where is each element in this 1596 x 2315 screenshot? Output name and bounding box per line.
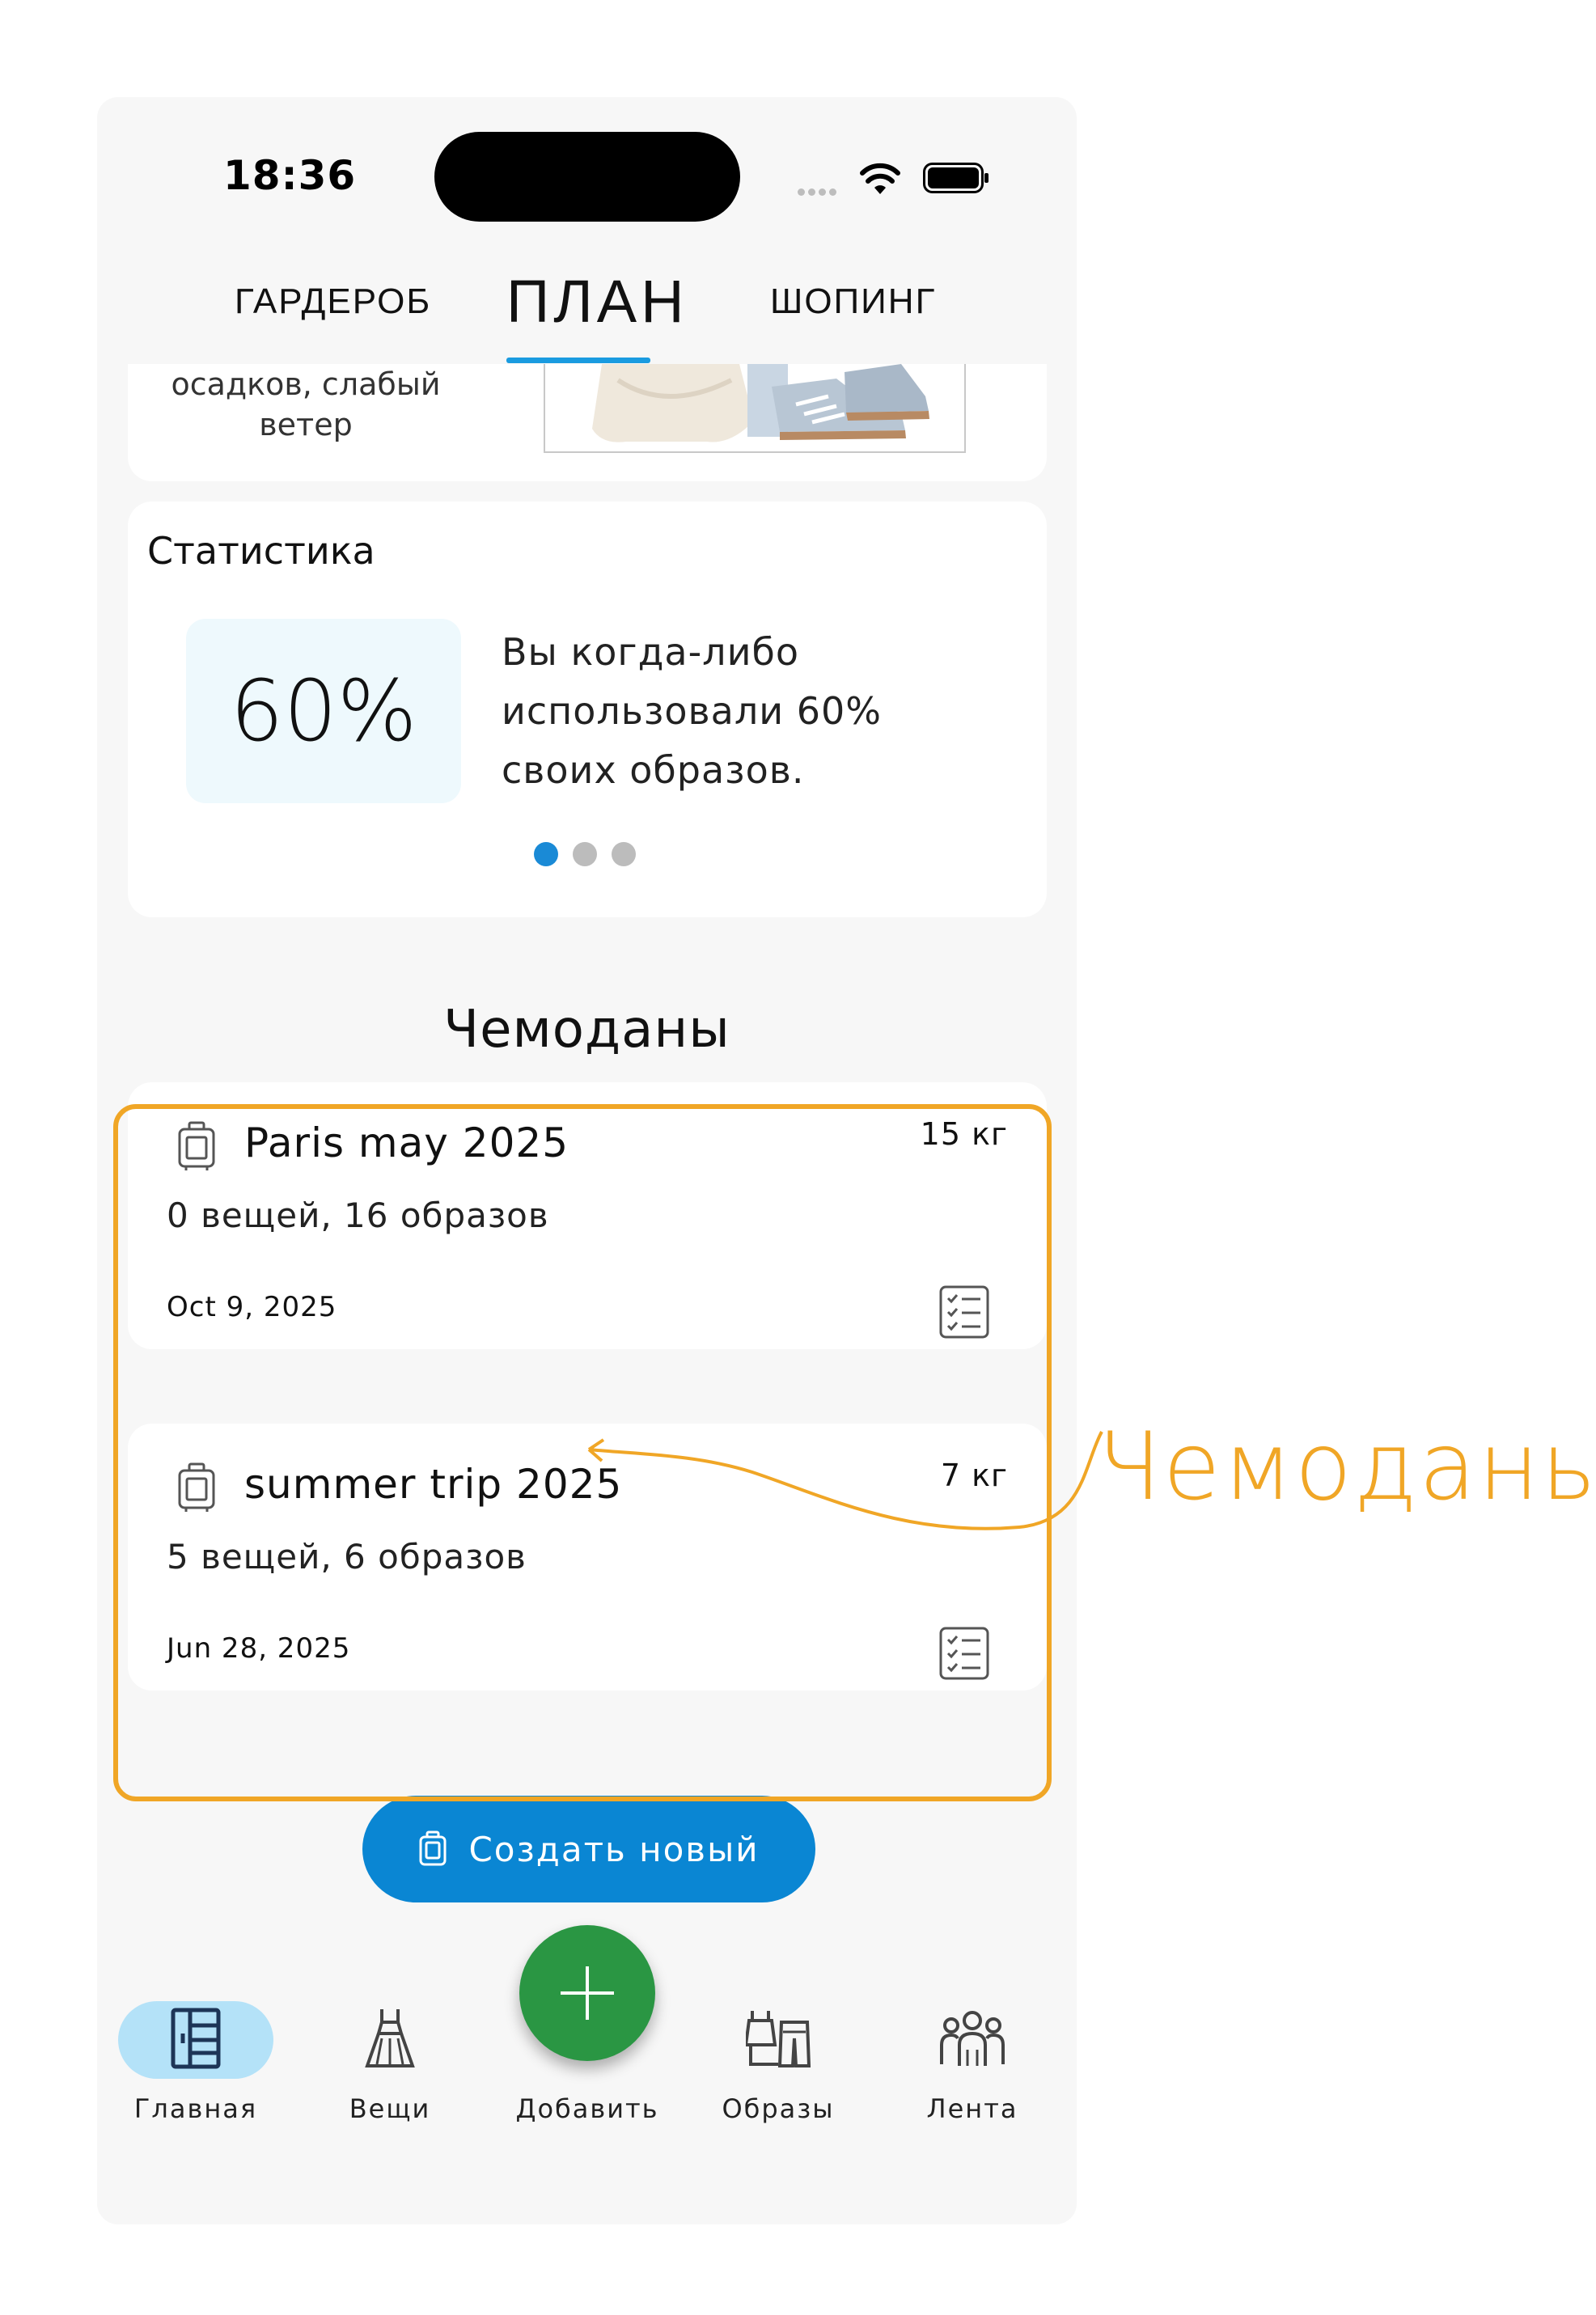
nav-home-label[interactable]: Главная	[99, 2093, 293, 2124]
create-suitcase-label: Создать новый	[468, 1829, 760, 1869]
add-button[interactable]	[519, 1925, 655, 2061]
dynamic-island	[434, 132, 740, 222]
plus-icon	[561, 1966, 614, 2020]
pager-dot[interactable]	[612, 842, 636, 866]
pager-dot[interactable]	[573, 842, 597, 866]
outfit-preview[interactable]	[544, 364, 966, 453]
outfits-icon	[746, 2011, 811, 2067]
nav-add-label[interactable]: Добавить	[490, 2093, 684, 2124]
status-time: 18:36	[223, 152, 357, 199]
statistics-title: Статистика	[147, 529, 375, 573]
annotation-arrow-icon	[587, 1431, 1103, 1530]
people-icon	[940, 2011, 1005, 2066]
signal-dots-icon	[798, 184, 848, 196]
create-suitcase-button[interactable]: Создать новый	[362, 1796, 815, 1902]
statistics-description: Вы когда-либо использовали 60% своих обр…	[502, 630, 882, 792]
tab-wardrobe[interactable]: ГАРДЕРОБ	[235, 281, 431, 322]
wifi-icon	[860, 163, 900, 194]
statistics-value-box: 60%	[186, 619, 461, 803]
statistics-card: Статистика 60% Вы когда-либо использовал…	[128, 502, 1047, 917]
dress-icon	[365, 2009, 415, 2067]
nav-items-label[interactable]: Вещи	[293, 2093, 487, 2124]
suitcases-title: Чемоданы	[443, 1000, 730, 1060]
battery-icon	[923, 163, 989, 193]
tab-active-indicator	[506, 358, 650, 363]
pager-dot-active[interactable]	[534, 842, 558, 866]
suitcase-icon	[419, 1830, 447, 1866]
outfit-image	[592, 364, 929, 442]
weather-description: осадков, слабый ветер	[171, 366, 441, 442]
nav-outfits-label[interactable]: Образы	[681, 2093, 875, 2124]
annotation-label: Чемоданы	[1097, 1412, 1596, 1521]
statistics-pager[interactable]	[534, 842, 650, 868]
wardrobe-icon	[171, 2008, 221, 2069]
weather-card[interactable]: осадков, слабый ветер	[128, 364, 1047, 481]
tab-plan[interactable]: ПЛАН	[506, 267, 688, 336]
tab-shopping[interactable]: ШОПИНГ	[770, 281, 936, 322]
nav-feed-label[interactable]: Лента	[875, 2093, 1069, 2124]
statistics-percent: 60%	[230, 662, 417, 760]
